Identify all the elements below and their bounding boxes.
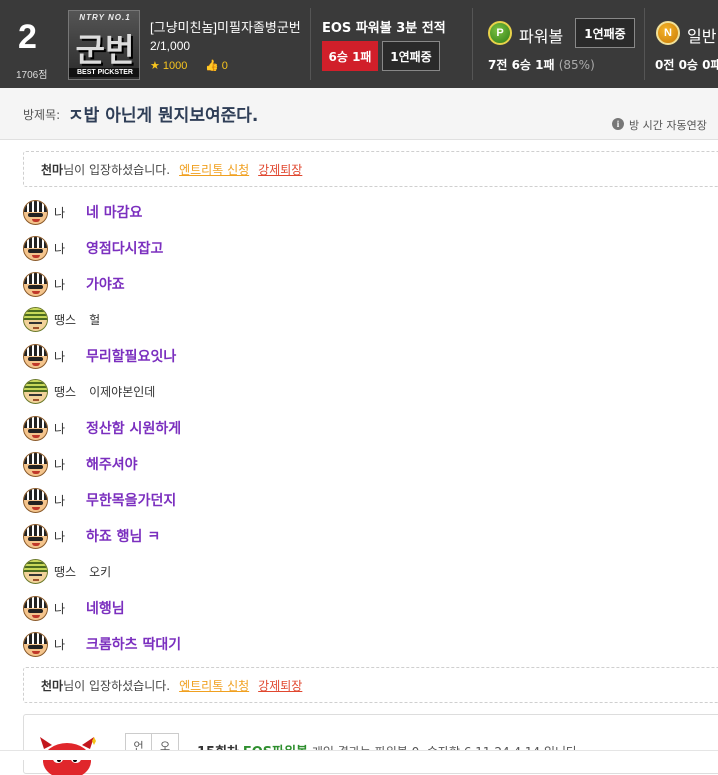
message-text: 가야죠 — [86, 277, 125, 293]
message-text: 이제야본인데 — [89, 384, 156, 399]
message-text: 네행님 — [86, 601, 125, 617]
message-speaker: 나 — [54, 457, 66, 472]
powerball-streak-badge: 1연패중 — [575, 18, 635, 48]
chat-message: 나 크롬하츠 딱대기 — [23, 631, 181, 657]
my-avatar-icon — [23, 199, 48, 225]
chat-message: 땡스 헐 — [23, 306, 100, 332]
eos-streak-badge: 1연패중 — [382, 41, 440, 71]
powerball-record: 7전 6승 1패 (85%) — [488, 56, 595, 73]
user-avatar-badge[interactable]: NTRY NO.1 군번 BEST PICKSTER — [68, 10, 140, 80]
notice-text: 님이 입장하셨습니다. — [63, 678, 171, 693]
entry-talk-request-link[interactable]: 엔트리톡 신청 — [179, 677, 249, 694]
message-speaker[interactable]: 땡스 — [54, 563, 76, 580]
message-text: 오키 — [89, 564, 112, 579]
my-avatar-icon — [23, 631, 48, 657]
my-avatar-icon — [23, 523, 48, 549]
message-text: 영점다시잡고 — [86, 241, 164, 257]
my-avatar-icon — [23, 271, 48, 297]
room-title-label: 방제목: — [23, 108, 61, 122]
my-avatar-icon — [23, 451, 48, 477]
force-kick-link[interactable]: 강제퇴장 — [258, 161, 302, 178]
divider — [472, 8, 473, 80]
message-speaker: 나 — [54, 637, 66, 652]
my-avatar-icon — [23, 595, 48, 621]
user-avatar-icon[interactable] — [23, 306, 48, 332]
info-icon: i — [612, 118, 624, 130]
auto-extend-option[interactable]: 방 시간 자동연장 — [629, 117, 707, 133]
message-speaker: 나 — [54, 493, 66, 508]
avatar-main-text: 군번 — [75, 31, 135, 69]
my-avatar-icon — [23, 343, 48, 369]
message-speaker: 나 — [54, 349, 66, 364]
message-text: 해주셔야 — [86, 457, 138, 473]
message-text: 네 마감요 — [86, 205, 143, 221]
eos-record-badge: 6승 1패 — [322, 41, 378, 71]
general-label: 일반 — [687, 27, 717, 46]
chat-message: 나 네 마감요 — [23, 199, 142, 225]
entry-talk-request-link[interactable]: 엔트리톡 신청 — [179, 161, 249, 178]
divider — [310, 8, 311, 80]
general-coin-icon: N — [656, 21, 680, 45]
message-speaker: 나 — [54, 241, 66, 256]
entry-notice: 천마 님이 입장하셨습니다. 엔트리톡 신청 강제퇴장 — [23, 151, 718, 187]
room-title: ㅈ밥 아닌게 뭔지보여준다. — [68, 106, 259, 126]
message-text: 무리할필요잇나 — [86, 349, 177, 365]
message-speaker[interactable]: 땡스 — [54, 383, 76, 400]
user-nickname[interactable]: [그냥미친놈]미필자졸병군번 — [150, 17, 301, 36]
top-header: 2 1706점 NTRY NO.1 군번 BEST PICKSTER [그냥미친… — [0, 0, 718, 88]
like-count: 👍 0 — [205, 60, 228, 72]
message-text: 정산함 시원하게 — [86, 421, 182, 437]
chat-message: 땡스 오키 — [23, 558, 111, 584]
chat-message: 땡스 이제야본인데 — [23, 378, 155, 404]
chat-message: 나 무리할필요잇나 — [23, 343, 176, 369]
my-avatar-icon — [23, 235, 48, 261]
chat-message: 나 영점다시잡고 — [23, 235, 163, 261]
general-record: 0전 0승 0패 — [655, 58, 718, 72]
notice-nickname[interactable]: 천마 — [41, 677, 63, 694]
message-text: 크롬하츠 딱대기 — [86, 637, 182, 653]
message-text: 헐 — [89, 312, 101, 327]
avatar-top-text: NTRY NO.1 — [79, 13, 131, 22]
divider — [644, 8, 645, 80]
message-speaker: 나 — [54, 421, 66, 436]
force-kick-link[interactable]: 강제퇴장 — [258, 677, 302, 694]
user-avatar-icon[interactable] — [23, 558, 48, 584]
user-avatar-icon[interactable] — [23, 378, 48, 404]
entry-notice: 천마 님이 입장하셨습니다. 엔트리톡 신청 강제퇴장 — [23, 667, 718, 703]
powerball-coin-icon: P — [488, 21, 512, 45]
powerball-record-text: 7전 6승 1패 — [488, 58, 555, 72]
room-title-bar: 방제목: ㅈ밥 아닌게 뭔지보여준다. i 방 시간 자동연장 — [0, 88, 718, 140]
rank-points: 1706점 — [16, 70, 48, 81]
chat-message: 나 가야죠 — [23, 271, 125, 297]
chat-message: 나 해주셔야 — [23, 451, 138, 477]
message-speaker[interactable]: 땡스 — [54, 311, 76, 328]
message-text: 무한목을가던지 — [86, 493, 177, 509]
message-text: 하죠 행님 ㅋ — [86, 529, 161, 545]
eos-record-title: EOS 파워볼 3분 전적 — [322, 21, 446, 36]
chat-message: 나 하죠 행님 ㅋ — [23, 523, 160, 549]
powerball-label: 파워볼 — [519, 27, 564, 46]
member-count: 2/1,000 — [150, 39, 191, 53]
message-speaker: 나 — [54, 277, 66, 292]
bet-result-card: 언 오 15회차 EOS파워볼 게임 결과는 파워볼 0, 숫자합 6,11,2… — [23, 714, 718, 775]
chat-message: 나 네행님 — [23, 595, 125, 621]
my-avatar-icon — [23, 415, 48, 441]
message-speaker: 나 — [54, 529, 66, 544]
avatar-bottom-text: BEST PICKSTER — [69, 68, 139, 77]
star-count: ★ 1000 — [150, 60, 188, 72]
notice-nickname[interactable]: 천마 — [41, 161, 63, 178]
notice-text: 님이 입장하셨습니다. — [63, 162, 171, 177]
my-avatar-icon — [23, 487, 48, 513]
message-speaker: 나 — [54, 601, 66, 616]
chat-message: 나 무한목을가던지 — [23, 487, 176, 513]
message-speaker: 나 — [54, 205, 66, 220]
powerball-pct: (85%) — [558, 58, 595, 72]
chat-message: 나 정산함 시원하게 — [23, 415, 181, 441]
bottom-edge — [0, 750, 718, 760]
rank-number: 2 — [18, 18, 37, 56]
